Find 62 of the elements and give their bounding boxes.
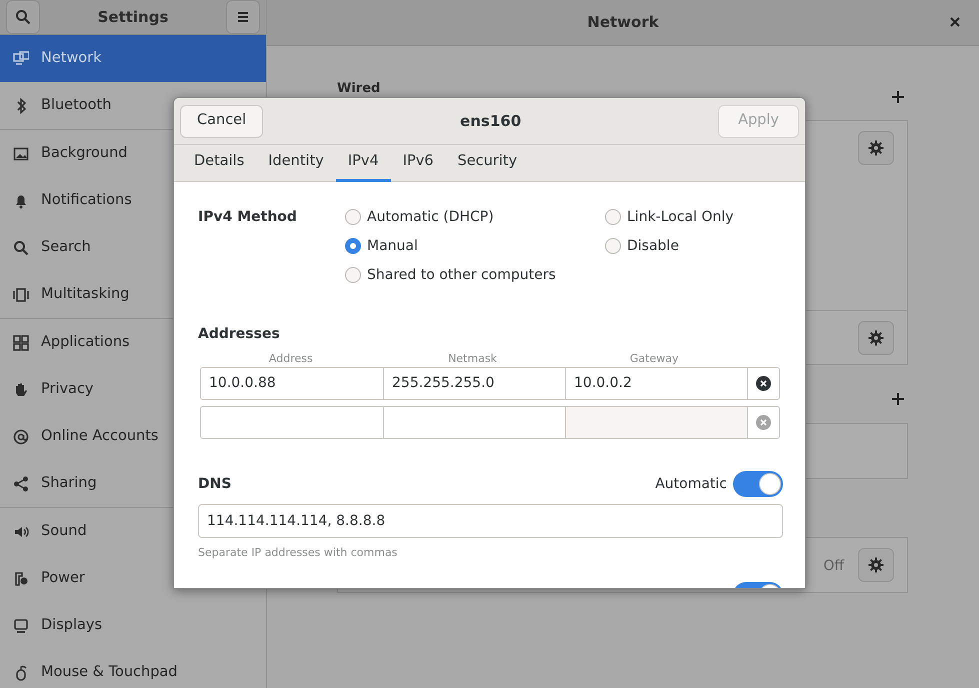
settings-icon — [868, 140, 884, 156]
plus-icon — [892, 91, 904, 103]
close-icon — [950, 17, 960, 27]
sidebar-item[interactable]: Network — [0, 35, 266, 82]
section-title: DNS — [198, 474, 232, 494]
sidebar-item[interactable]: Mouse & Touchpad — [0, 649, 266, 688]
share-icon — [13, 476, 29, 492]
column-header: Netmask — [447, 352, 498, 365]
settings-button[interactable] — [858, 131, 894, 165]
sidebar-title: Settings — [98, 6, 168, 28]
search-icon — [13, 240, 29, 256]
column-header: Gateway — [628, 352, 680, 365]
radio-button[interactable] — [345, 209, 361, 225]
option-label: Automatic (DHCP) — [367, 208, 494, 226]
menu-icon — [236, 11, 250, 23]
settings-button[interactable] — [858, 548, 894, 582]
sidebar-item[interactable]: Multitasking — [0, 271, 266, 318]
monitor-icon — [13, 618, 29, 634]
tab[interactable]: Identity — [256, 145, 336, 182]
input-field[interactable]: 114.114.114.114, 8.8.8.8 — [198, 504, 783, 538]
toggle-switch[interactable] — [733, 471, 783, 497]
tab[interactable]: IPv6 — [390, 145, 446, 182]
power-plug-icon — [13, 570, 29, 586]
menu-button[interactable] — [226, 0, 260, 34]
cancel-button[interactable]: Cancel — [180, 104, 264, 138]
dialog-title: ens160 — [460, 110, 522, 132]
hint-text: Separate IP addresses with commas — [198, 545, 398, 561]
option-label: Disable — [627, 236, 679, 256]
toggle-label: Automatic — [655, 474, 727, 494]
network-icon — [13, 50, 29, 66]
plus-icon — [892, 393, 904, 405]
radio-button[interactable] — [605, 209, 621, 225]
radio-button[interactable] — [345, 238, 361, 254]
tab[interactable]: Details — [182, 145, 256, 182]
option-label: Manual — [367, 236, 418, 256]
column-header: Address — [268, 352, 314, 365]
method-label: IPv4 Method — [198, 208, 298, 227]
settings-icon — [868, 557, 884, 573]
section-title: Wired — [337, 82, 380, 95]
status-label: Off — [823, 556, 844, 576]
tab[interactable]: Security — [446, 145, 530, 182]
bell-icon — [13, 192, 29, 208]
picture-frame-icon — [13, 146, 29, 162]
sidebar-item[interactable]: Displays — [0, 602, 266, 649]
sidebar-item[interactable]: Online Accounts — [0, 413, 266, 460]
radio-button[interactable] — [605, 238, 621, 254]
option-label: Link-Local Only — [627, 208, 734, 226]
grid-icon — [13, 334, 29, 350]
mouse-icon — [13, 664, 29, 680]
windows-icon — [13, 286, 29, 302]
search-icon — [15, 9, 31, 25]
settings-button[interactable] — [858, 321, 894, 355]
hand-icon — [13, 382, 29, 398]
at-sign-icon — [13, 428, 29, 444]
sidebar-item[interactable]: Search — [0, 224, 266, 271]
option-label: Shared to other computers — [367, 266, 556, 284]
window-title: Network — [587, 12, 659, 34]
search-button[interactable] — [6, 0, 40, 34]
settings-icon — [868, 330, 884, 346]
radio-button[interactable] — [345, 267, 361, 283]
section-title: Addresses — [198, 325, 281, 344]
tab[interactable]: IPv4 — [336, 145, 391, 182]
